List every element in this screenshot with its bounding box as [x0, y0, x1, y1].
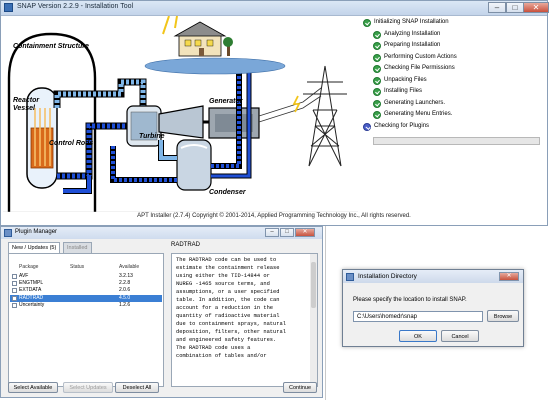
ok-button[interactable]: OK — [399, 330, 437, 342]
step-done-icon — [373, 53, 381, 62]
installer-title: SNAP Version 2.2.9 - Installation Tool — [17, 3, 134, 10]
step-active-icon — [363, 122, 371, 131]
app-icon — [4, 3, 13, 12]
close-button[interactable]: ✕ — [523, 2, 549, 13]
step-done-icon — [373, 65, 381, 73]
continue-button[interactable]: Continue — [283, 382, 317, 393]
deselect-all-button[interactable]: Deselect All — [115, 382, 159, 393]
step-label: Installing Files — [384, 88, 423, 94]
plugin-row[interactable]: Uncertainty 1.2.6 — [10, 302, 162, 309]
label-condenser: Condenser — [209, 189, 247, 196]
column-header-available[interactable]: Available — [119, 264, 139, 270]
plugin-checkbox[interactable] — [12, 274, 17, 279]
plugin-name: Uncertainty — [19, 301, 45, 308]
tab-new-updates[interactable]: New / Updates (5) — [8, 242, 61, 253]
cancel-button[interactable]: Cancel — [441, 330, 479, 342]
plugin-name: RADTRAD — [19, 294, 44, 301]
installation-directory-dialog: Installation Directory ✕ Please specify … — [342, 269, 524, 347]
plugin-app-icon — [4, 229, 12, 237]
label-turbine: Turbine — [139, 133, 165, 140]
dialog-app-icon — [346, 273, 354, 281]
plugin-minimize-button[interactable]: – — [265, 228, 279, 237]
label-reactor-line2: Vessel — [13, 105, 36, 112]
steam-pipe — [54, 79, 146, 108]
step-label: Performing Custom Actions — [384, 53, 457, 60]
plugin-checkbox[interactable] — [12, 288, 17, 294]
step-done-icon — [363, 19, 371, 27]
description-title: RADTRAD — [171, 242, 201, 248]
dialog-prompt: Please specify the location to install S… — [353, 297, 467, 303]
step-label: Generating Launchers. — [384, 99, 446, 106]
step-done-icon — [373, 99, 381, 108]
turbine — [158, 105, 204, 139]
description-scrollbar[interactable] — [310, 254, 317, 386]
label-control-rods: Control Rods — [49, 140, 93, 147]
plugin-checkbox[interactable] — [12, 281, 17, 287]
plugin-version: 2.0.6 — [119, 287, 131, 294]
label-reactor-line1: Reactor — [13, 97, 40, 104]
browse-button[interactable]: Browse — [487, 310, 519, 322]
tab-installed[interactable]: Installed — [63, 242, 92, 253]
plugin-version: 2.2.8 — [119, 280, 131, 287]
install-path-input[interactable]: C:\Users\homedr\snap — [353, 311, 483, 322]
plugin-name: AVF — [19, 273, 29, 279]
plugin-list: Package Status Available AVF 3.2.13 ENGTMP… — [8, 253, 164, 387]
install-progress-bar — [373, 137, 540, 145]
plugin-checkbox[interactable] — [12, 302, 17, 308]
nuclear-plant-diagram: Containment Structure Reactor Vessel Con… — [3, 16, 358, 212]
step-done-icon — [373, 42, 381, 50]
installer-titlebar[interactable]: SNAP Version 2.2.9 - Installation Tool –… — [1, 1, 549, 16]
plugin-manager-window: Plugin Manager – □ ✕ New / Updates (5) I… — [0, 226, 323, 398]
plugin-description: The RADTRAD code can be used to estimate… — [171, 253, 318, 387]
step-label: Generating Menu Entries. — [384, 111, 453, 117]
step-done-icon — [373, 88, 381, 96]
transmission-tower — [303, 65, 347, 167]
plugin-manager-title: Plugin Manager — [15, 229, 58, 235]
label-generator: Generator — [209, 98, 244, 105]
maximize-button[interactable]: □ — [506, 2, 524, 13]
plugin-row[interactable]: EXTDATA 2.0.6 — [10, 287, 162, 294]
water-body — [144, 57, 286, 75]
step-done-icon — [373, 30, 381, 39]
plugin-maximize-button[interactable]: □ — [280, 228, 294, 237]
copyright-footer: APT Installer (2.7.4) Copyright © 2001-2… — [137, 213, 411, 219]
minimize-button[interactable]: – — [488, 2, 506, 13]
dialog-title: Installation Directory — [358, 273, 417, 280]
plugin-row[interactable]: AVF 3.2.13 — [10, 273, 162, 280]
step-label: Initializing SNAP Installation — [374, 19, 449, 25]
select-updates-button[interactable]: Select Updates — [63, 382, 113, 393]
plugin-name: ENGTMPL — [19, 280, 44, 287]
house-icon — [162, 16, 233, 57]
plugin-manager-titlebar[interactable]: Plugin Manager – □ ✕ — [1, 227, 322, 239]
plugin-version: 3.2.13 — [119, 273, 133, 279]
plugin-name: EXTDATA — [19, 287, 42, 294]
step-label: Unpacking Files — [384, 76, 427, 83]
plugin-version: 1.2.6 — [119, 301, 131, 308]
column-header-status[interactable]: Status — [70, 264, 84, 270]
step-label: Checking File Permissions — [384, 65, 455, 71]
scrollbar-thumb[interactable] — [311, 262, 316, 308]
step-label: Preparing Installation — [384, 42, 441, 48]
step-label: Analyzing Installation — [384, 30, 441, 37]
label-containment: Containment Structure — [13, 43, 89, 50]
installer-window: SNAP Version 2.2.9 - Installation Tool –… — [0, 0, 549, 226]
plugin-version: 4.5.0 — [119, 294, 131, 301]
dialog-close-button[interactable]: ✕ — [499, 272, 519, 281]
install-steps-panel: Initializing SNAP Installation Analyzing … — [361, 16, 546, 212]
column-header-package[interactable]: Package — [19, 264, 38, 270]
plugin-row[interactable]: ENGTMPL 2.2.8 — [10, 280, 162, 287]
step-done-icon — [373, 76, 381, 85]
plugin-close-button[interactable]: ✕ — [295, 228, 315, 237]
dialog-titlebar[interactable]: Installation Directory ✕ — [343, 270, 523, 283]
plugin-row[interactable]: RADTRAD 4.5.0 — [10, 294, 162, 302]
select-available-button[interactable]: Select Available — [8, 382, 58, 393]
step-label: Checking for Plugins — [374, 122, 430, 129]
step-done-icon — [373, 111, 381, 119]
plugin-checkbox[interactable] — [12, 295, 17, 301]
